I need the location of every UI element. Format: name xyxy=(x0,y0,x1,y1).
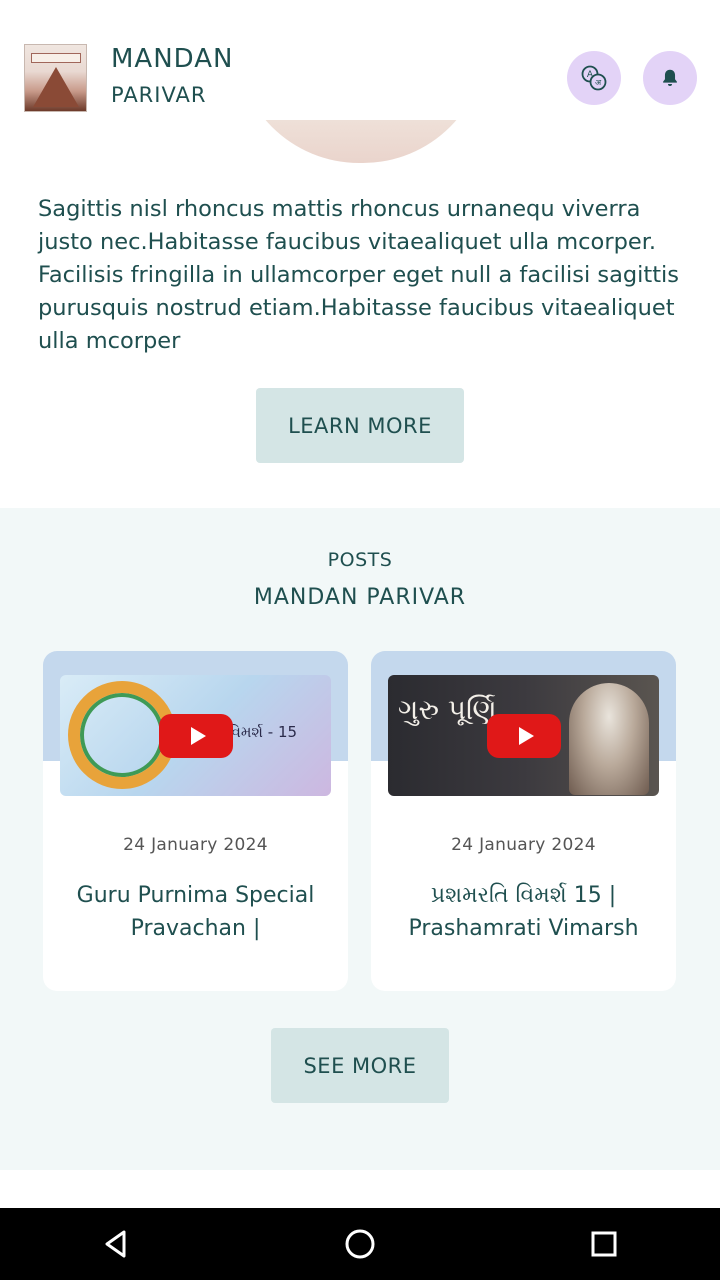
back-triangle-icon xyxy=(105,1230,126,1258)
youtube-play-icon[interactable] xyxy=(487,714,561,758)
speaker-portrait xyxy=(569,683,649,795)
app-header: MANDAN PARIVAR A अ xyxy=(0,0,720,120)
translate-button[interactable]: A अ xyxy=(567,51,621,105)
post-card[interactable]: તિ વિમર્શ - 15 24 January 2024 Guru Purn… xyxy=(43,651,348,991)
youtube-play-icon[interactable] xyxy=(159,714,233,758)
app-screen: MANDAN PARIVAR A अ Sagittis nisl rhoncus… xyxy=(0,0,720,1280)
brand-subtitle: PARIVAR xyxy=(111,83,207,107)
nav-recents-button[interactable] xyxy=(586,1226,622,1262)
posts-title: MANDAN PARIVAR xyxy=(253,585,467,610)
video-thumbnail[interactable]: ગુરુ પૂર્ણિ xyxy=(388,675,659,796)
post-card[interactable]: ગુરુ પૂર્ણિ 24 January 2024 પ્રશમરતિ વિમ… xyxy=(371,651,676,991)
video-thumbnail[interactable]: તિ વિમર્શ - 15 xyxy=(60,675,331,796)
notifications-button[interactable] xyxy=(643,51,697,105)
translate-icon: A अ xyxy=(581,65,607,91)
post-title[interactable]: પ્રશમરતિ વિમર્શ 15 | Prashamrati Vimarsh xyxy=(391,879,656,945)
posts-label: POSTS xyxy=(327,549,393,571)
system-nav-bar xyxy=(0,1208,720,1280)
svg-text:A: A xyxy=(587,70,594,80)
brand-title: MANDAN xyxy=(111,44,234,74)
recents-square-icon xyxy=(591,1231,617,1257)
nav-back-button[interactable] xyxy=(98,1226,134,1262)
see-more-button[interactable]: SEE MORE xyxy=(271,1028,449,1103)
post-date: 24 January 2024 xyxy=(451,835,596,855)
learn-more-button[interactable]: LEARN MORE xyxy=(256,388,464,463)
posts-section: POSTS MANDAN PARIVAR તિ વિમર્શ - 15 24 J… xyxy=(0,508,720,1170)
bell-icon xyxy=(663,69,677,86)
post-date: 24 January 2024 xyxy=(123,835,268,855)
home-circle-icon xyxy=(345,1229,375,1259)
app-logo[interactable] xyxy=(24,44,87,112)
thumbnail-text: ગુરુ પૂર્ણિ xyxy=(398,693,497,726)
post-title[interactable]: Guru Purnima Special Pravachan | xyxy=(63,879,328,945)
about-text: Sagittis nisl rhoncus mattis rhoncus urn… xyxy=(38,196,680,354)
nav-home-button[interactable] xyxy=(342,1226,378,1262)
svg-text:अ: अ xyxy=(595,78,602,87)
